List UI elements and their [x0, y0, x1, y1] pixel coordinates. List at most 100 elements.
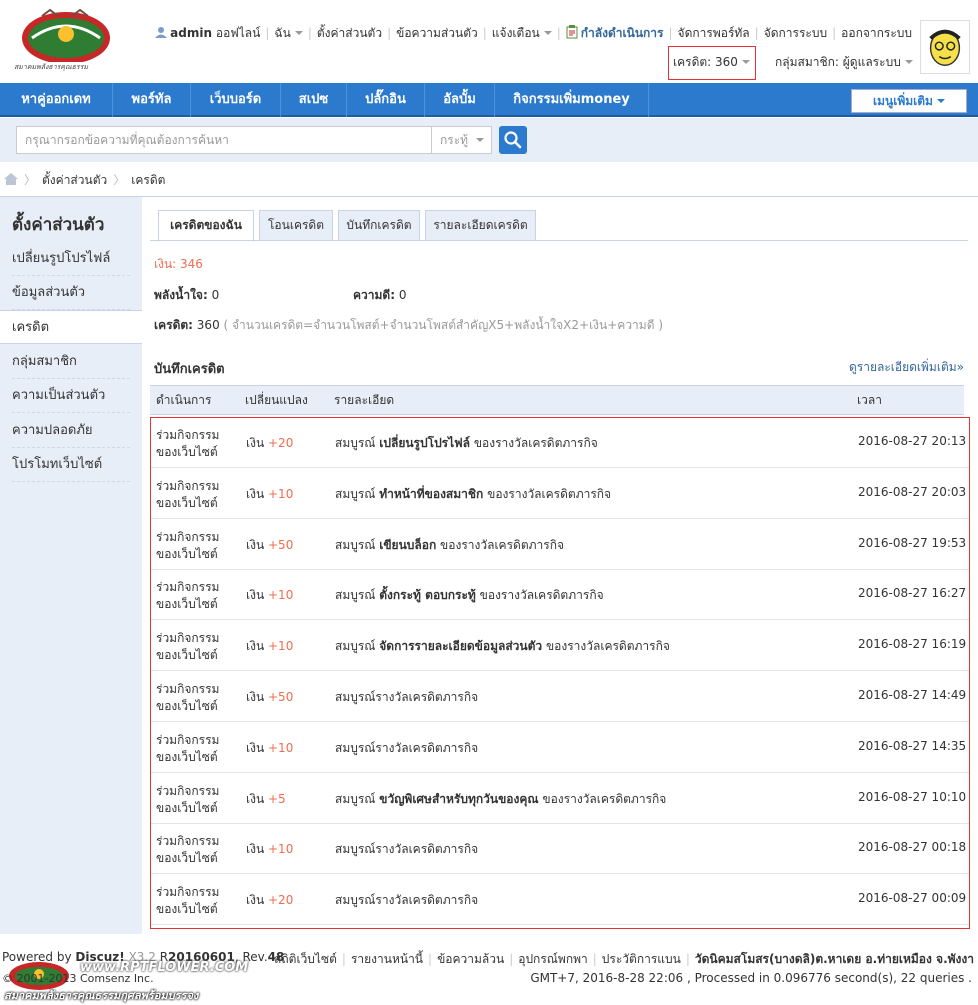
nav-item-plugin[interactable]: ปลั๊กอิน — [347, 83, 425, 117]
settings-link[interactable]: ตั้งค่าส่วนตัว — [317, 26, 382, 40]
row-detail-task[interactable]: เขียนบล็อก — [379, 538, 436, 552]
search-button[interactable] — [499, 126, 527, 154]
sidebar-item-credit[interactable]: เครดิต — [0, 310, 142, 344]
in-progress-link[interactable]: กำลังดำเนินการ — [581, 26, 664, 40]
col-detail: รายละเอียด — [334, 393, 395, 407]
logout-link[interactable]: ออกจากระบบ — [841, 26, 912, 40]
sidebar-item-security[interactable]: ความปลอดภัย — [12, 414, 130, 448]
col-time: เวลา — [857, 393, 882, 407]
row-change-amount: +10 — [268, 639, 294, 654]
log-more-link[interactable]: ดูรายละเอียดเพิ่มเติม» — [849, 358, 964, 377]
notifications-link[interactable]: แจ้งเตือน — [492, 26, 540, 40]
row-detail: สมบูรณ์รางวัลเครดิตภารกิจ — [335, 840, 478, 859]
chevron-down-icon — [936, 99, 945, 103]
member-group-label: กลุ่มสมาชิก: ผู้ดูแลระบบ — [775, 55, 901, 69]
system-admin-link[interactable]: จัดการระบบ — [764, 26, 827, 40]
row-detail-task[interactable]: เปลี่ยนรูปโปรไฟล์ — [379, 436, 470, 450]
credit-panel: เครดิตของฉัน โอนเครดิต บันทึกเครดิต รายล… — [142, 196, 978, 934]
credit-menu[interactable]: เครดิต: 360 — [668, 46, 756, 80]
sidebar-item-promotion[interactable]: โปรโมทเว็บไซต์ — [12, 448, 130, 482]
member-group-menu[interactable]: กลุ่มสมาชิก: ผู้ดูแลระบบ — [775, 53, 913, 72]
portal-admin-link[interactable]: จัดการพอร์ทัล — [678, 26, 750, 40]
sidebar-item-privacy[interactable]: ความเป็นส่วนตัว — [12, 379, 130, 413]
row-detail-task[interactable]: ทำหน้าที่ของสมาชิก — [379, 487, 483, 501]
row-detail-task[interactable]: ตั้งกระทู้ ตอบกระทู้ — [379, 588, 476, 602]
row-detail-task[interactable]: จัดการรายละเอียดข้อมูลส่วนตัว — [379, 639, 542, 653]
tab-my-credit[interactable]: เครดิตของฉัน — [158, 210, 254, 242]
search-input[interactable]: กรุณากรอกข้อความที่คุณต้องการค้นหา — [16, 126, 432, 154]
row-detail-prefix: สมบูรณ์รางวัลเครดิตภารกิจ — [335, 740, 479, 755]
col-action: ดำเนินการ — [156, 393, 212, 407]
tabs-divider — [150, 240, 968, 241]
row-detail: สมบูรณ์รางวัลเครดิตภารกิจ — [335, 739, 478, 758]
footer-link-report[interactable]: รายงานหน้านี้ — [351, 952, 423, 966]
row-change: เงิน +10 — [246, 485, 293, 504]
row-detail-prefix: สมบูรณ์รางวัลเครดิตภารกิจ — [335, 842, 479, 857]
nav-item-space[interactable]: สเปซ — [281, 83, 347, 117]
row-detail-prefix: สมบูรณ์ — [335, 639, 380, 654]
row-detail-suffix: ของรางวัลเครดิตภารกิจ — [475, 588, 604, 603]
will-stat: พลังน้ำใจ: 0 — [154, 286, 219, 305]
row-change-unit: เงิน — [246, 791, 265, 806]
nav-item-album[interactable]: อัลบั้ม — [425, 83, 495, 117]
more-menu-label: เมนูเพิ่มเติม — [873, 94, 933, 108]
tab-transfer[interactable]: โอนเครดิต — [259, 210, 333, 241]
row-detail-task[interactable]: ขวัญพิเศษสำหรับทุกวันของคุณ — [379, 792, 538, 806]
sidebar-item-profile[interactable]: ข้อมูลส่วนตัว — [12, 276, 130, 310]
table-row: ร่วมกิจกรรมของเว็บไซต์ เงิน +50 สมบูรณ์ เข… — [151, 520, 969, 570]
online-status[interactable]: ออฟไลน์ — [216, 26, 261, 40]
virtue-label: ความดี: — [353, 288, 396, 302]
row-change-amount: +10 — [268, 740, 294, 755]
row-detail: สมบูรณ์ ตั้งกระทู้ ตอบกระทู้ ของรางวัลเค… — [335, 586, 604, 605]
tab-rules[interactable]: รายละเอียดเครดิต — [425, 210, 536, 241]
row-time: 2016-08-27 16:27 — [858, 586, 967, 601]
footer-link-banlist[interactable]: ประวัติการแบน — [602, 952, 681, 966]
chevron-down-icon[interactable] — [543, 31, 552, 35]
nav-item-portal[interactable]: พอร์ทัล — [113, 83, 191, 117]
row-change-unit: เงิน — [246, 537, 265, 552]
row-detail-prefix: สมบูรณ์ — [335, 486, 380, 501]
footer-link-stats[interactable]: สถิติเว็บไซต์ — [274, 952, 337, 966]
row-action: ร่วมกิจกรรมของเว็บไซต์ — [156, 732, 220, 764]
row-change-amount: +20 — [268, 893, 294, 908]
nav-item-forum[interactable]: เว็บบอร์ด — [191, 83, 281, 117]
row-time: 2016-08-27 00:18 — [858, 840, 967, 855]
footer: Powered by Discuz! X3.2 R20160601, Rev.4… — [0, 944, 978, 1005]
user-icon — [155, 27, 168, 38]
top-user-links: admin ออฟไลน์ | ฉัน | ตั้งค่าส่วนตัว | ข้อความ… — [155, 24, 912, 43]
search-scope-select[interactable]: กระทู้ — [432, 126, 492, 154]
nav-item-dating[interactable]: หาคู่ออกเดท — [0, 83, 113, 117]
row-change-amount: +10 — [268, 588, 294, 603]
row-change: เงิน +5 — [246, 790, 286, 809]
tab-log[interactable]: บันทึกเครดิต — [338, 210, 420, 241]
chevron-down-icon — [904, 60, 913, 64]
row-change-unit: เงิน — [246, 639, 265, 654]
avatar[interactable] — [920, 20, 970, 74]
breadcrumb-settings[interactable]: ตั้งค่าส่วนตัว — [42, 173, 107, 187]
footer-org-name[interactable]: วัดนิคมสโมสร(บางดลิ)ต.หาเดย อ.ท่ายเหมือง… — [695, 952, 974, 966]
row-detail: สมบูรณ์ ทำหน้าที่ของสมาชิก ของรางวัลเครด… — [335, 485, 611, 504]
nav-item-money[interactable]: กิจกรรมเพิ่มmoney — [495, 83, 649, 117]
search-icon — [504, 131, 522, 149]
footer-link-mobile[interactable]: อุปกรณ์พกพา — [518, 952, 588, 966]
more-menu-button[interactable]: เมนูเพิ่มเติม — [851, 89, 967, 113]
footer-link-archive[interactable]: ข้อความล้วน — [437, 952, 504, 966]
credit-formula: ( จำนวนเครดิต=จำนวนโพสต์+จำนวนโพสต์สำคัญ… — [223, 318, 663, 332]
me-link[interactable]: ฉัน — [274, 26, 290, 40]
row-action: ร่วมกิจกรรมของเว็บไซต์ — [156, 834, 220, 866]
table-row: ร่วมกิจกรรมของเว็บไซต์ เงิน +10 สมบูรณ์ ตั… — [151, 570, 969, 621]
row-change: เงิน +10 — [246, 637, 293, 656]
messages-link[interactable]: ข้อความส่วนตัว — [396, 26, 478, 40]
table-row: ร่วมกิจกรรมของเว็บไซต์ เงิน +10 สมบูรณ์ราง… — [151, 723, 969, 773]
row-detail-suffix: ของรางวัลเครดิตภารกิจ — [542, 639, 670, 654]
username-link[interactable]: admin — [170, 26, 212, 40]
clipboard-icon — [566, 25, 578, 39]
home-icon[interactable] — [4, 173, 18, 185]
watermark-text: www.RPTFLOWER.COM — [80, 960, 249, 975]
row-detail-prefix: สมบูรณ์ — [335, 436, 380, 450]
sidebar-item-usergroup[interactable]: กลุ่มสมาชิก — [12, 345, 130, 379]
sidebar-item-avatar[interactable]: เปลี่ยนรูปโปรไฟล์ — [12, 242, 130, 276]
chevron-down-icon[interactable] — [294, 31, 303, 35]
row-change-unit: เงิน — [246, 436, 265, 450]
virtue-value: 0 — [398, 288, 407, 302]
